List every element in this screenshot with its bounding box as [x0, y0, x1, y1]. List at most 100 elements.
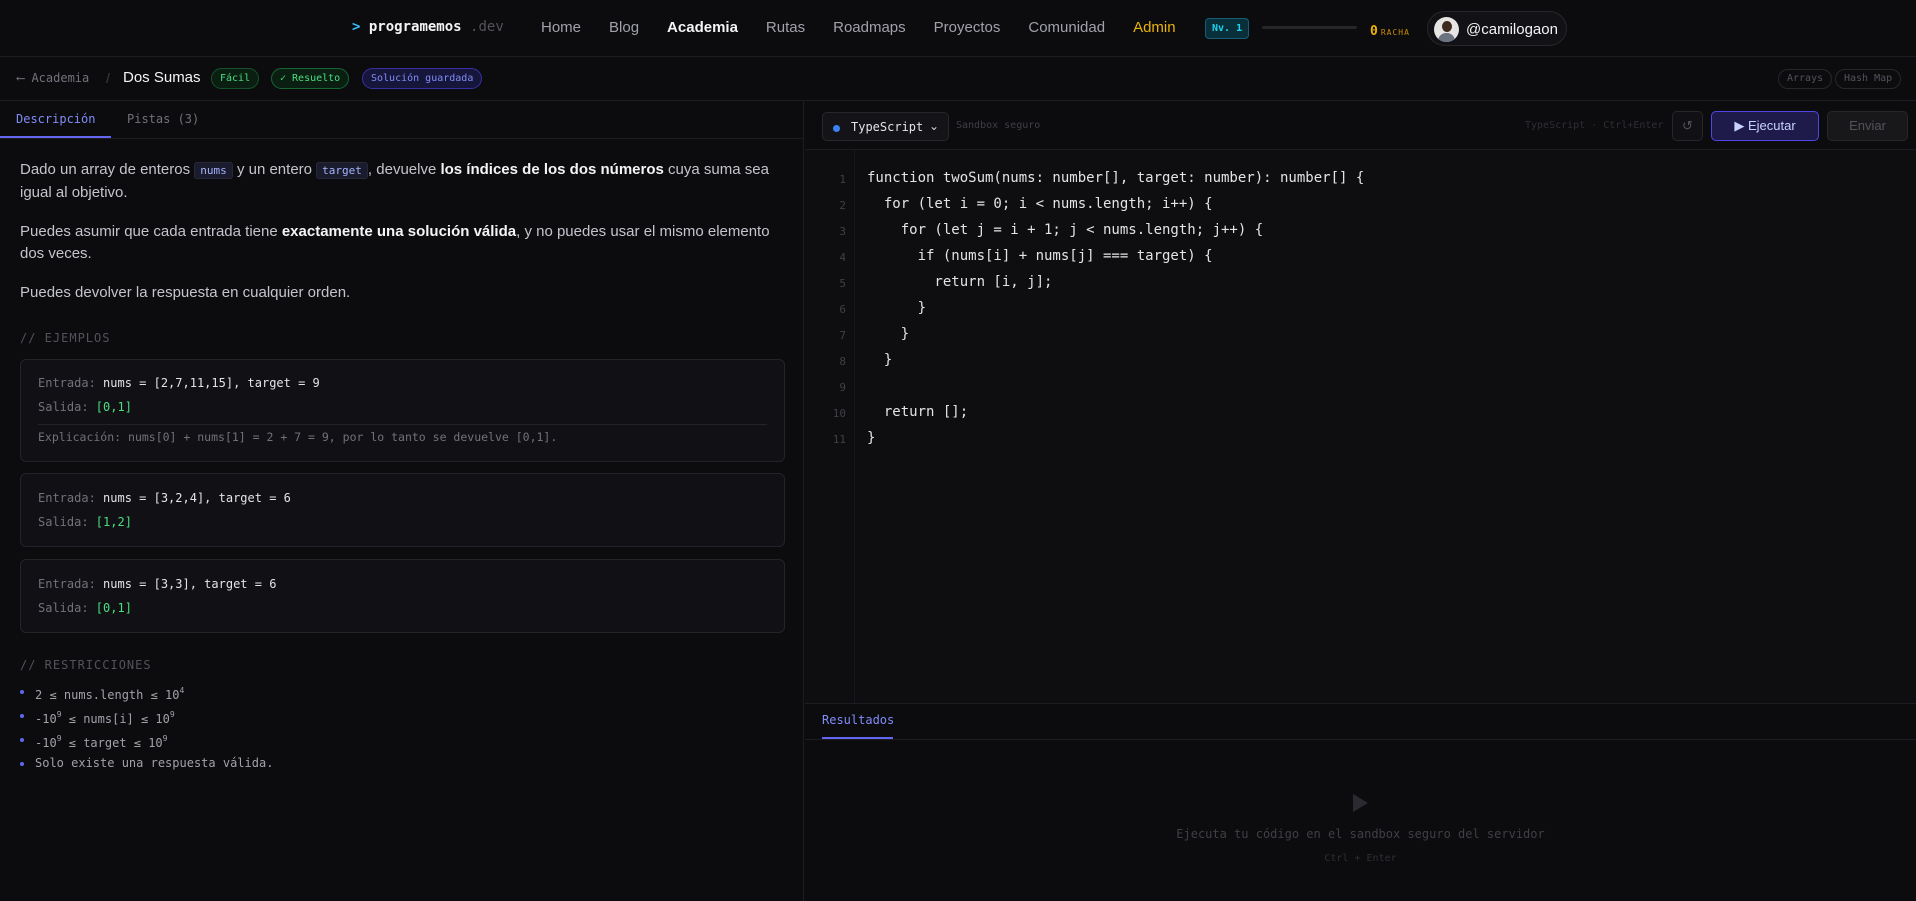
nav-link-proyectos[interactable]: Proyectos — [934, 19, 1001, 37]
language-color-icon — [833, 125, 840, 132]
logo-tld: .dev — [470, 19, 504, 35]
line-number: 11 — [832, 433, 846, 446]
streak-counter: 0 RACHA — [1370, 20, 1410, 39]
constraint-exponent: 4 — [179, 686, 185, 695]
bold-text: los índices de los dos números — [440, 161, 664, 178]
logo-prompt: > — [352, 19, 361, 35]
back-to-academia-link[interactable]: ⟵ Academia — [17, 71, 89, 85]
constraint-item: -109 ≤ target ≤ 109 — [20, 729, 273, 753]
input-value: nums = [3,3], target = 6 — [103, 577, 277, 591]
code-editor[interactable]: 1 2 3 4 5 6 7 8 9 10 11 function twoSum(nums: numb… — [805, 150, 1916, 703]
example-input: Entrada: nums = [2,7,11,15], target = 9 — [38, 376, 320, 390]
submit-button[interactable]: Enviar — [1827, 111, 1908, 141]
code-line: function twoSum(nums: number[], target: … — [867, 170, 1365, 186]
line-number: 6 — [839, 303, 846, 316]
constraint-item: Solo existe una respuesta válida. — [20, 753, 273, 777]
output-value: [0,1] — [95, 601, 132, 615]
constraint-text: -10 — [35, 712, 57, 726]
run-button[interactable]: ▶ Ejecutar — [1711, 111, 1819, 141]
bullet-icon — [20, 738, 24, 742]
avatar — [1434, 17, 1459, 42]
constraint-exponent: 9 — [162, 734, 168, 743]
output-value: [1,2] — [95, 515, 132, 529]
top-navbar: > programemos .dev Home Blog Academia Ru… — [0, 0, 1916, 57]
shortcut-hint: TypeScript · Ctrl+Enter — [1525, 120, 1664, 131]
active-tab-indicator — [0, 136, 111, 138]
example-output: Salida: [1,2] — [38, 515, 132, 529]
line-number: 5 — [839, 277, 846, 290]
user-menu[interactable]: @camilogaon — [1427, 11, 1567, 46]
nav-link-roadmaps[interactable]: Roadmaps — [833, 19, 906, 37]
line-number: 1 — [839, 173, 846, 186]
line-number: 8 — [839, 355, 846, 368]
constraint-item: -109 ≤ nums[i] ≤ 109 — [20, 705, 273, 729]
constraint-text: -10 — [35, 736, 57, 750]
example-card: Entrada: nums = [3,3], target = 6 Salida… — [20, 559, 785, 633]
inline-code-nums: nums — [194, 162, 233, 179]
example-input: Entrada: nums = [3,3], target = 6 — [38, 577, 276, 591]
explanation-label: Explicación: — [38, 430, 129, 444]
constraint-text: Solo existe una respuesta válida. — [35, 756, 274, 770]
nav-link-academia[interactable]: Academia — [667, 19, 738, 37]
code-line: } — [867, 430, 876, 446]
results-tabs: Resultados — [805, 704, 1916, 740]
play-icon — [1353, 794, 1368, 812]
line-number: 2 — [839, 199, 846, 212]
line-number: 7 — [839, 329, 846, 342]
constraints-heading: // RESTRICCIONES — [20, 658, 152, 672]
active-tab-indicator — [822, 737, 893, 739]
username: @camilogaon — [1466, 21, 1558, 38]
code-line: for (let i = 0; i < nums.length; i++) { — [867, 196, 1213, 212]
problem-tabs: Descripción Pistas (3) — [0, 101, 804, 139]
nav-link-home[interactable]: Home — [541, 19, 581, 37]
code-line: } — [867, 352, 893, 368]
constraint-item: 2 ≤ nums.length ≤ 104 — [20, 681, 273, 705]
bullet-icon — [20, 690, 24, 694]
bold-text: exactamente una solución válida — [281, 223, 517, 240]
topic-tag-hash-map[interactable]: Hash Map — [1835, 69, 1902, 89]
nav-link-rutas[interactable]: Rutas — [766, 19, 805, 37]
language-select[interactable]: TypeScript ⌄ — [822, 112, 949, 141]
tab-results[interactable]: Resultados — [822, 713, 894, 727]
input-value: nums = [2,7,11,15], target = 9 — [103, 376, 320, 390]
reset-code-button[interactable]: ↺ — [1672, 111, 1703, 141]
example-input: Entrada: nums = [3,2,4], target = 6 — [38, 491, 291, 505]
logo-name: programemos — [368, 19, 462, 35]
problem-description: Dado un array de enteros nums y un enter… — [20, 159, 785, 321]
problem-header: ⟵ Academia / Dos Sumas Fácil ✓ Resuelto … — [0, 57, 1916, 101]
reset-icon: ↺ — [1682, 118, 1693, 133]
editor-panel: TypeScript ⌄ Sandbox seguro TypeScript ·… — [805, 101, 1916, 901]
chevron-down-icon: ⌄ — [929, 119, 940, 133]
code-line: } — [867, 300, 927, 316]
bullet-icon — [20, 762, 24, 766]
language-select-value: TypeScript — [851, 120, 924, 134]
code-line: return [i, j]; — [867, 274, 1053, 290]
main-nav: Home Blog Academia Rutas Roadmaps Proyec… — [541, 19, 1204, 37]
example-output: Salida: [0,1] — [38, 601, 132, 615]
nav-link-blog[interactable]: Blog — [609, 19, 639, 37]
code-line: if (nums[i] + nums[j] === target) { — [867, 248, 1213, 264]
nav-link-admin[interactable]: Admin — [1133, 19, 1176, 37]
text: , devuelve — [367, 161, 441, 178]
description-paragraph: Puedes devolver la respuesta en cualquie… — [20, 284, 351, 301]
description-paragraph: Dado un array de enteros nums y un enter… — [20, 159, 785, 204]
constraint-exponent: 9 — [169, 710, 175, 719]
site-logo[interactable]: > programemos .dev — [352, 19, 504, 35]
tab-description[interactable]: Descripción — [16, 112, 95, 126]
nav-link-comunidad[interactable]: Comunidad — [1028, 19, 1105, 37]
example-output: Salida: [0,1] — [38, 400, 132, 414]
constraints-list: 2 ≤ nums.length ≤ 104 -10 9 ≤ nums[i] ≤ 1… — [20, 681, 273, 777]
constraint-text: ≤ nums[i] ≤ 10 — [61, 712, 170, 726]
editor-toolbar: TypeScript ⌄ Sandbox seguro TypeScript ·… — [805, 101, 1916, 150]
inline-code-target: target — [316, 162, 368, 179]
streak-label: RACHA — [1380, 28, 1410, 37]
problem-panel: Descripción Pistas (3) Dado un array de … — [0, 101, 804, 901]
topic-tag-arrays[interactable]: Arrays — [1778, 69, 1833, 89]
tab-hints[interactable]: Pistas (3) — [127, 112, 199, 126]
results-shortcut-hint: Ctrl + Enter — [1324, 853, 1397, 864]
text: Dado un array de enteros — [20, 161, 195, 178]
input-label: Entrada: — [38, 577, 104, 591]
text: Puedes asumir que cada entrada tiene — [20, 223, 282, 240]
example-card: Entrada: nums = [3,2,4], target = 6 Sali… — [20, 473, 785, 547]
code-line: return []; — [867, 404, 969, 420]
